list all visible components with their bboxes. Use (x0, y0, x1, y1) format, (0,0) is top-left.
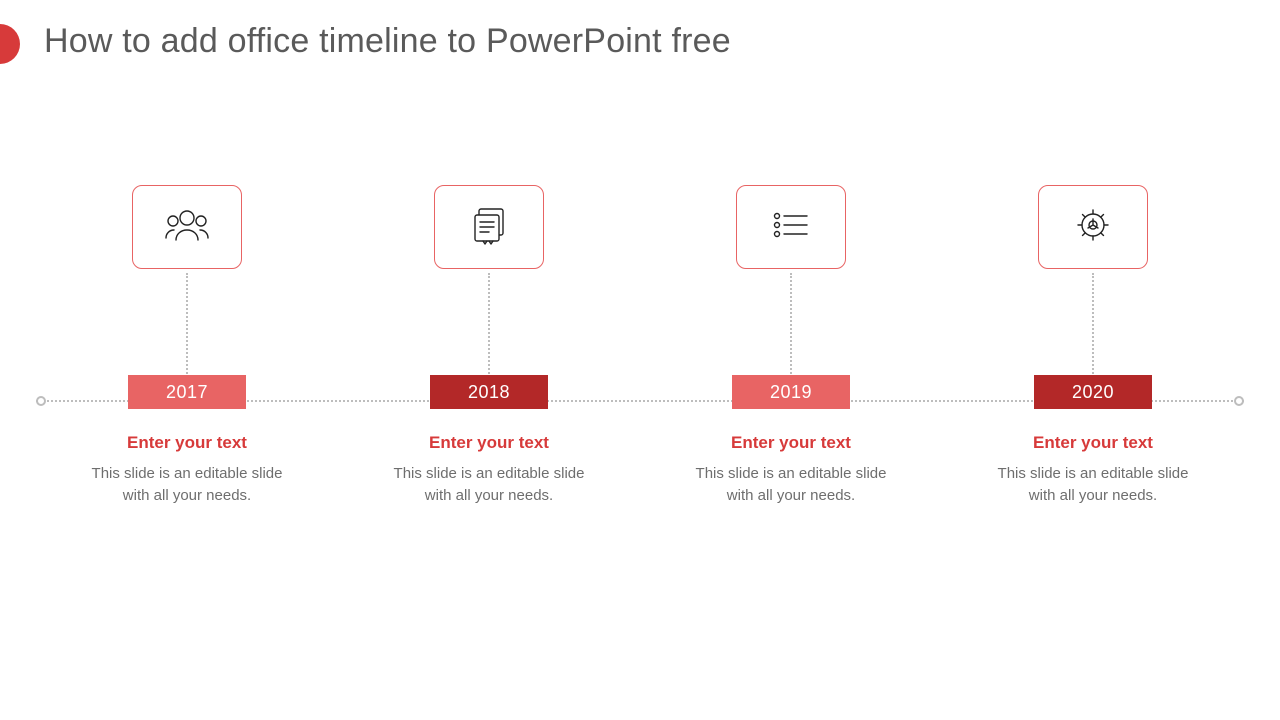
milestone-connector (1092, 273, 1094, 377)
milestone-connector (186, 273, 188, 377)
milestone-description: This slide is an editable slide with all… (72, 463, 302, 507)
milestone-2017: 2017 Enter your text This slide is an ed… (72, 185, 302, 525)
milestone-2019: 2019 Enter your text This slide is an ed… (676, 185, 906, 525)
corner-accent-circle (0, 24, 20, 64)
milestone-connector (488, 273, 490, 377)
year-badge: 2017 (128, 375, 246, 409)
year-badge: 2019 (732, 375, 850, 409)
milestone-connector (790, 273, 792, 377)
milestone-description: This slide is an editable slide with all… (374, 463, 604, 507)
list-icon (769, 208, 813, 247)
milestone-heading: Enter your text (374, 433, 604, 453)
year-badge: 2020 (1034, 375, 1152, 409)
gear-icon (1072, 204, 1114, 251)
milestone-description: This slide is an editable slide with all… (978, 463, 1208, 507)
milestone-2020: 2020 Enter your text This slide is an ed… (978, 185, 1208, 525)
milestone-heading: Enter your text (978, 433, 1208, 453)
year-badge: 2018 (430, 375, 548, 409)
people-icon (164, 206, 210, 249)
milestone-2018: 2018 Enter your text This slide is an ed… (374, 185, 604, 525)
milestone-icon-box (1038, 185, 1148, 269)
milestone-heading: Enter your text (676, 433, 906, 453)
milestone-description: This slide is an editable slide with all… (676, 463, 906, 507)
slide-canvas: How to add office timeline to PowerPoint… (0, 0, 1280, 720)
milestone-icon-box (736, 185, 846, 269)
slide-title: How to add office timeline to PowerPoint… (44, 22, 1240, 61)
document-icon (467, 205, 511, 250)
milestone-heading: Enter your text (72, 433, 302, 453)
milestone-icon-box (132, 185, 242, 269)
milestone-icon-box (434, 185, 544, 269)
timeline-milestones: 2017 Enter your text This slide is an ed… (0, 185, 1280, 525)
